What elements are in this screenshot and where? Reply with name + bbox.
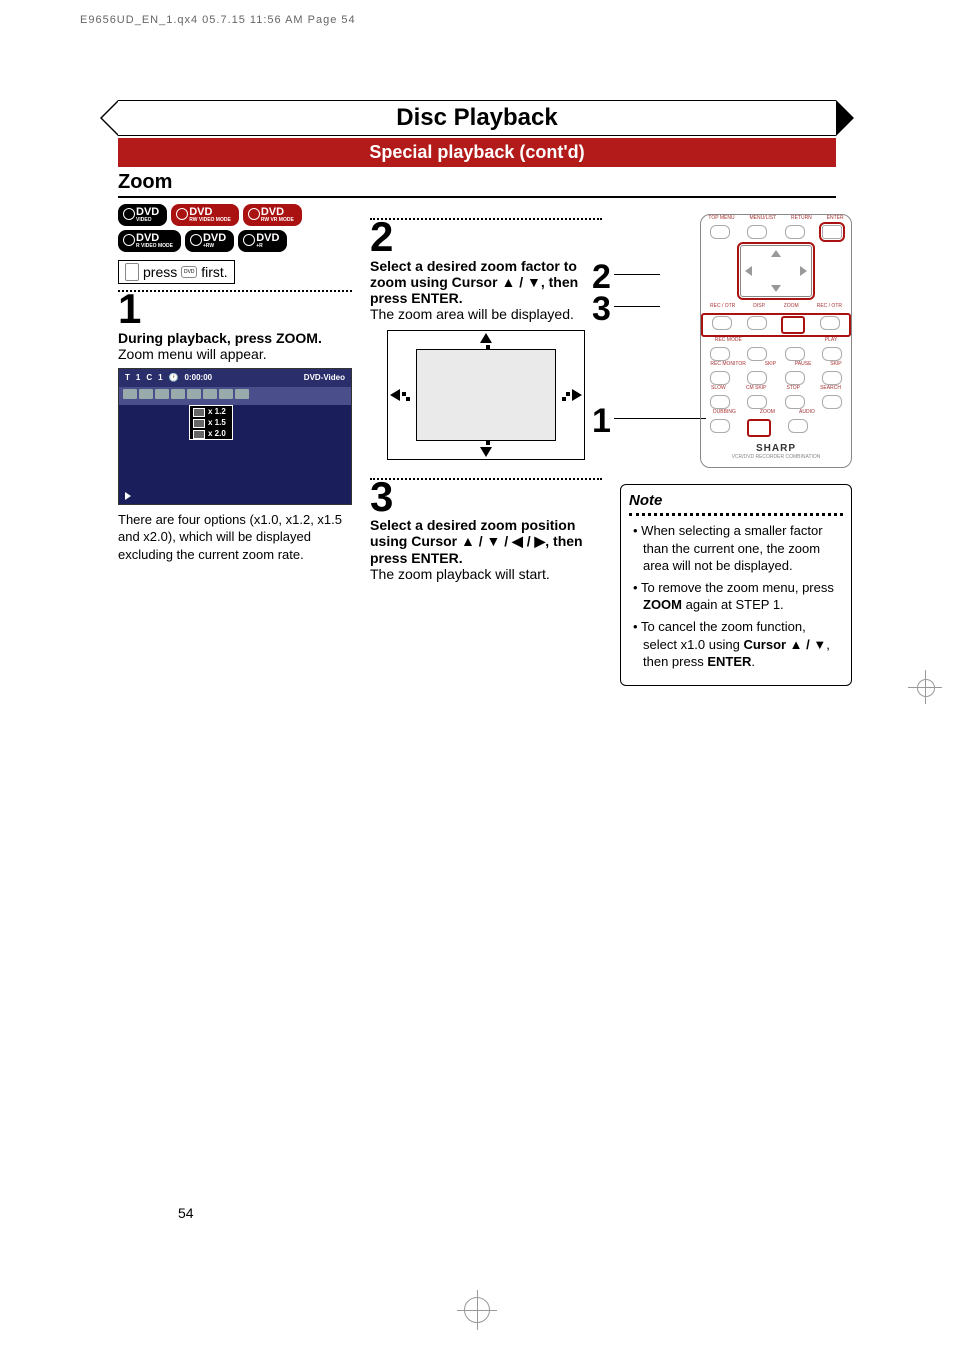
step-2-number: 2 — [370, 220, 602, 254]
osd-c-label: C — [146, 373, 152, 382]
callout-line — [614, 274, 660, 275]
dpad-down-icon — [771, 285, 781, 292]
manual-page: E9656UD_EN_1.qx4 05.7.15 11:56 AM Page 5… — [0, 0, 954, 1351]
press-text-pre: press — [143, 264, 177, 280]
crop-header-text: E9656UD_EN_1.qx4 05.7.15 11:56 AM Page 5… — [80, 14, 356, 26]
zoom-area-diagram — [387, 330, 585, 460]
osd-disc-type: DVD-Video — [304, 373, 345, 382]
press-first-box: press DVD first. — [118, 260, 235, 284]
remote-button-label: TOP MENU — [708, 215, 734, 221]
disc-badge: DVDVIDEO — [118, 204, 167, 226]
note-title: Note — [629, 491, 843, 516]
remote-button-label: REC MODE — [715, 337, 742, 343]
step-2-heading: Select a desired zoom factor to zoom usi… — [370, 258, 602, 306]
step-3-heading: Select a desired zoom position using Cur… — [370, 517, 602, 566]
disc-badge: DVDRW VR MODE — [243, 204, 302, 226]
remote-button-label: AUDIO — [799, 409, 815, 415]
disc-badge: DVDRW VIDEO MODE — [171, 204, 239, 226]
arrow-right-icon — [572, 389, 582, 401]
dpad-up-icon — [771, 250, 781, 257]
disc-type-badges: DVDVIDEODVDRW VIDEO MODEDVDRW VR MODE DVD… — [118, 204, 352, 252]
title-banner: Disc Playback — [118, 100, 836, 136]
remote-button-label: SKIP — [830, 361, 841, 367]
column-1: DVDVIDEODVDRW VIDEO MODEDVDRW VR MODE DVD… — [118, 204, 352, 686]
remote-button-label: RETURN — [791, 215, 812, 221]
disc-badge: DVD+RW — [185, 230, 234, 252]
zoom-button-bottom-highlight — [747, 419, 771, 437]
osd-zoom-options: x 1.2x 1.5x 2.0 — [189, 405, 233, 440]
zoom-button-highlight — [781, 316, 805, 334]
arrow-left-icon — [390, 389, 400, 401]
callout-line — [614, 418, 706, 419]
osd-zoom-menu: T 1 C 1 🕐 0:00:00 DVD-Video x 1.2x 1.5x … — [118, 368, 352, 505]
dvd-mode-button-icon: DVD — [181, 266, 197, 278]
osd-icon-row — [119, 387, 351, 405]
remote-button-label: STOP — [786, 385, 800, 391]
column-3: 2 3 1 TOP MENUMENU/LISTRETURNENTER — [620, 204, 852, 686]
remote-button-label: SLOW — [711, 385, 726, 391]
note-list: When selecting a smaller factor than the… — [629, 522, 843, 670]
registration-mark-bottom — [464, 1297, 490, 1323]
zoom-option: x 1.2 — [190, 406, 232, 417]
step-1-heading: During playback, press ZOOM. — [118, 330, 352, 346]
remote-icon — [125, 263, 139, 281]
callout-1: 1 — [592, 402, 611, 441]
registration-mark-right — [914, 676, 936, 698]
remote-button-label: PAUSE — [795, 361, 812, 367]
arrow-up-icon — [480, 333, 492, 343]
dpad-right-icon — [800, 266, 807, 276]
remote-button-label: REC / OTR — [817, 303, 842, 309]
section-heading: Zoom — [118, 171, 836, 198]
remote-button-label: ENTER — [827, 215, 844, 221]
rec-zoom-row-highlight — [701, 313, 851, 337]
remote-button-label: SKIP — [765, 361, 776, 367]
zoom-option: x 1.5 — [190, 417, 232, 428]
dpad-left-icon — [745, 266, 752, 276]
dpad-highlight — [740, 245, 812, 297]
osd-t-value: 1 — [136, 373, 140, 382]
disc-badge: DVDR VIDEO MODE — [118, 230, 181, 252]
note-item: When selecting a smaller factor than the… — [643, 522, 843, 575]
osd-c-value: 1 — [158, 373, 162, 382]
remote-button-label: REC MONITOR — [710, 361, 745, 367]
note-box: Note When selecting a smaller factor tha… — [620, 484, 852, 686]
osd-t-label: T — [125, 373, 130, 382]
column-2: 2 Select a desired zoom factor to zoom u… — [370, 204, 602, 686]
remote-button-label: ZOOM — [760, 409, 775, 415]
play-icon — [125, 492, 131, 500]
note-item: To cancel the zoom function, select x1.0… — [643, 618, 843, 671]
step-1-note: There are four options (x1.0, x1.2, x1.5… — [118, 511, 352, 564]
page-title: Disc Playback — [396, 104, 557, 132]
remote-button-label: CM SKIP — [746, 385, 767, 391]
remote-subtext: VCR/DVD RECORDER COMBINATION — [701, 454, 851, 460]
remote-button-label: REC / OTR — [710, 303, 735, 309]
note-item: To remove the zoom menu, press ZOOM agai… — [643, 579, 843, 614]
enter-button-highlight — [822, 225, 842, 239]
step-1-text: Zoom menu will appear. — [118, 346, 352, 362]
remote-control-diagram: TOP MENU MENU/LIST RETURN ENTER REC / OTR DI… — [700, 214, 852, 468]
osd-time: 0:00:00 — [185, 373, 213, 382]
remote-button-label: DUBBING — [713, 409, 736, 415]
step-1-number: 1 — [118, 292, 352, 326]
content-area: Disc Playback Special playback (cont'd) … — [118, 100, 836, 1261]
step-3-number: 3 — [370, 480, 602, 514]
press-text-post: first. — [201, 264, 227, 280]
step-2-text: The zoom area will be displayed. — [370, 306, 602, 322]
zoom-option: x 2.0 — [190, 428, 232, 439]
remote-button-label: MENU/LIST — [749, 215, 776, 221]
remote-button-label: DISP. — [753, 303, 765, 309]
remote-button-label: PLAY — [825, 337, 837, 343]
step-3-text: The zoom playback will start. — [370, 566, 602, 582]
remote-button-label: SEARCH — [820, 385, 841, 391]
remote-button-label: ZOOM — [784, 303, 799, 309]
callout-line — [614, 306, 660, 307]
arrow-down-icon — [480, 447, 492, 457]
remote-brand: SHARP — [701, 443, 851, 454]
sub-banner: Special playback (cont'd) — [118, 138, 836, 167]
disc-badge: DVD+R — [238, 230, 287, 252]
page-number: 54 — [178, 1205, 194, 1221]
callout-3: 3 — [592, 290, 611, 329]
